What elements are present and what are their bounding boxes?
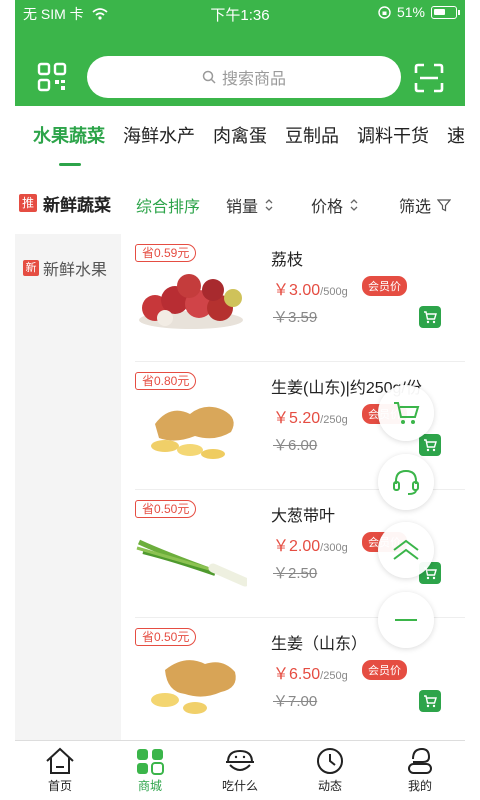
nav-home[interactable]: 首页 <box>15 741 105 800</box>
tab-meat-egg[interactable]: 肉禽蛋 <box>213 122 267 152</box>
nav-what-to-eat[interactable]: 吃什么 <box>195 741 285 800</box>
price-value: ￥6.50 <box>273 666 321 683</box>
filter-label: 筛选 <box>399 199 432 216</box>
sort-sales-label: 销量 <box>226 199 259 216</box>
home-icon <box>46 747 74 774</box>
sort-price[interactable]: 价格 <box>311 193 359 217</box>
cart-icon <box>424 439 437 452</box>
filter-button[interactable]: 筛选 <box>399 193 452 217</box>
battery-icon <box>431 5 460 19</box>
back-to-top-button[interactable] <box>378 522 434 578</box>
scan-button[interactable] <box>413 62 445 94</box>
header-bar: 无 SIM 卡 下午1:36 51% 搜索商品 <box>15 0 465 106</box>
profile-icon <box>408 747 432 774</box>
sort-comprehensive-label: 综合排序 <box>136 199 201 216</box>
tab-seasoning[interactable]: 调料干货 <box>357 122 429 152</box>
ginger-image <box>151 660 236 714</box>
nav-label: 动态 <box>317 779 342 793</box>
cart-icon <box>424 311 437 324</box>
product-card[interactable]: 省0.59元 荔枝 ￥3.00/500g 会员价 ￥3.59 <box>135 234 465 362</box>
nav-label: 首页 <box>47 779 72 793</box>
bowl-icon <box>226 749 254 771</box>
new-badge: 新 <box>23 260 39 276</box>
price-unit: /500g <box>320 286 348 298</box>
price-value: ￥5.20 <box>273 410 321 427</box>
nav-profile[interactable]: 我的 <box>375 741 465 800</box>
recommend-badge: 推 <box>19 194 37 212</box>
search-input[interactable]: 搜索商品 <box>87 56 401 98</box>
price-unit: /250g <box>320 670 348 682</box>
tab-tofu[interactable]: 豆制品 <box>285 122 339 152</box>
category-tabs: 水果蔬菜 海鲜水产 肉禽蛋 豆制品 调料干货 速 <box>15 106 465 168</box>
cart-icon <box>394 402 420 424</box>
feed-icon <box>317 748 343 774</box>
subcategory-sidebar: 新 新鲜水果 <box>15 234 121 740</box>
double-chevron-up-icon <box>393 539 419 560</box>
status-right: 51% <box>378 4 460 20</box>
search-icon <box>202 70 216 84</box>
status-bar: 无 SIM 卡 下午1:36 51% <box>15 0 465 26</box>
nav-label: 商城 <box>137 779 162 793</box>
price-unit: /250g <box>320 414 348 426</box>
sort-price-label: 价格 <box>311 199 344 216</box>
original-price: ￥2.50 <box>273 565 318 582</box>
original-price: ￥3.59 <box>273 309 318 326</box>
qr-code-icon <box>37 62 67 92</box>
mall-icon <box>137 749 164 775</box>
product-price: ￥3.00/500g <box>273 276 348 300</box>
sort-sales[interactable]: 销量 <box>226 193 274 217</box>
scan-icon <box>414 63 444 93</box>
price-value: ￥3.00 <box>273 282 321 299</box>
product-price: ￥6.50/250g <box>273 660 348 684</box>
tab-fruit-veg[interactable]: 水果蔬菜 <box>33 122 105 166</box>
product-price: ￥5.20/250g <box>273 404 348 428</box>
headset-icon <box>393 469 419 495</box>
nav-label: 吃什么 <box>221 779 258 793</box>
price-unit: /300g <box>320 542 348 554</box>
sort-arrows-icon <box>350 199 358 211</box>
filter-icon <box>437 199 452 212</box>
sort-bar: 推 新鲜蔬菜 综合排序 销量 价格 筛选 <box>15 180 465 226</box>
minus-icon <box>395 619 417 621</box>
search-placeholder: 搜索商品 <box>221 71 286 88</box>
original-price: ￥7.00 <box>273 693 318 710</box>
product-price: ￥2.00/300g <box>273 532 348 556</box>
add-to-cart-button[interactable] <box>419 690 441 712</box>
orientation-lock-icon <box>378 5 391 19</box>
sidebar-item-label: 新鲜水果 <box>43 262 108 279</box>
nav-label: 我的 <box>407 779 432 793</box>
bottom-nav: 首页 商城 吃什么 动态 我的 <box>15 740 465 800</box>
nav-mall[interactable]: 商城 <box>105 741 195 800</box>
member-price-badge: 会员价 <box>362 660 407 680</box>
sort-comprehensive[interactable]: 综合排序 <box>136 193 200 217</box>
battery-percent: 51% <box>396 4 425 20</box>
product-name: 荔枝 <box>271 252 304 269</box>
cart-icon <box>424 695 437 708</box>
ginger-image <box>151 406 234 459</box>
member-price-badge: 会员价 <box>362 276 407 296</box>
product-name: 生姜（山东） <box>271 636 368 653</box>
sort-arrows-icon <box>265 199 273 211</box>
collapse-button[interactable] <box>378 592 434 648</box>
add-to-cart-button[interactable] <box>419 306 441 328</box>
add-to-cart-button[interactable] <box>419 434 441 456</box>
tab-more[interactable]: 速 <box>447 122 465 152</box>
sidebar-item-fresh-fruit[interactable]: 新 新鲜水果 <box>23 256 107 280</box>
qr-code-button[interactable] <box>37 62 67 92</box>
price-value: ￥2.00 <box>273 538 321 555</box>
nav-feed[interactable]: 动态 <box>285 741 375 800</box>
floating-cart-button[interactable] <box>378 385 434 441</box>
product-name: 大葱带叶 <box>271 508 336 525</box>
original-price: ￥6.00 <box>273 437 318 454</box>
scallion-image <box>136 539 247 587</box>
section-title: 新鲜蔬菜 <box>43 195 111 215</box>
lychee-image <box>139 274 243 329</box>
tab-seafood[interactable]: 海鲜水产 <box>123 122 195 152</box>
customer-service-button[interactable] <box>378 454 434 510</box>
